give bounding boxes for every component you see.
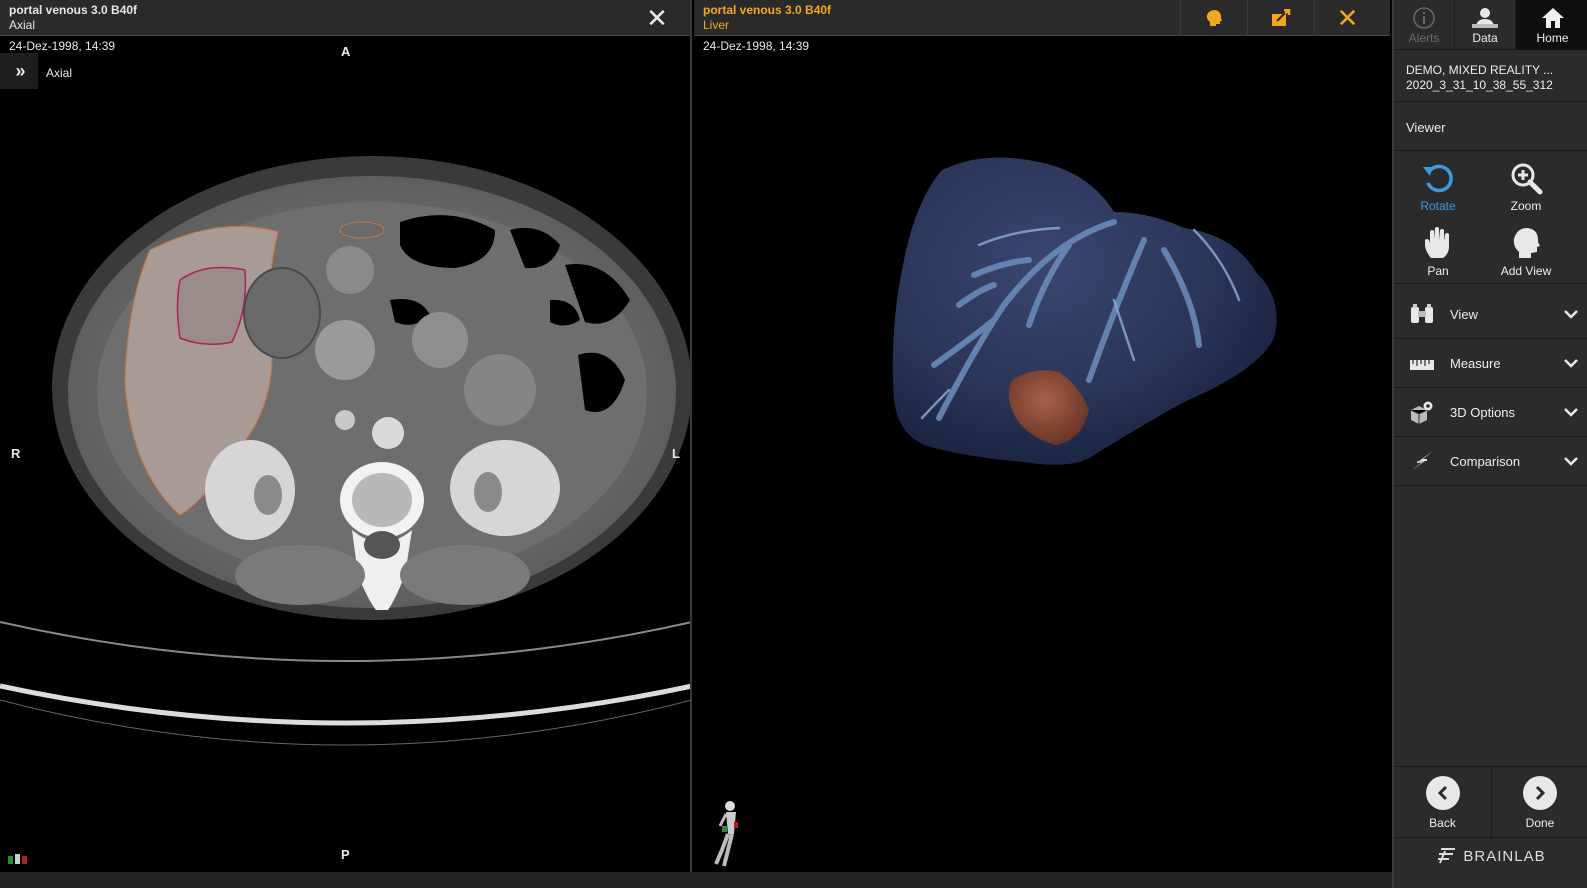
home-icon [1541, 8, 1564, 28]
double-chevron-right-icon: » [15, 60, 25, 81]
comparison-accordion-label: Comparison [1450, 453, 1521, 469]
chevron-down-icon [1564, 310, 1578, 319]
axial-series-title: portal venous 3.0 B40f [9, 3, 138, 17]
home-button[interactable]: Home [1516, 0, 1587, 50]
zoom-label: Zoom [1510, 199, 1542, 213]
close-icon: ✕ [1336, 3, 1359, 33]
done-button[interactable]: Done [1491, 767, 1587, 839]
brainlab-logo-icon [1438, 848, 1456, 864]
back-button[interactable]: Back [1394, 767, 1491, 839]
pan-label: Pan [1427, 264, 1449, 278]
3d-object-label: Liver [703, 18, 730, 32]
axial-viewport[interactable]: portal venous 3.0 B40f Axial ✕ 24-Dez-19… [0, 0, 692, 888]
control-panel: Alerts Data Home DEMO, MIXED REALITY ... [1392, 0, 1587, 888]
rotate-icon [1423, 164, 1453, 193]
zoom-icon [1511, 163, 1543, 195]
external-link-icon [1271, 9, 1290, 26]
head-profile-icon [1513, 228, 1540, 258]
chevron-down-icon [1564, 408, 1578, 417]
3d-options-accordion[interactable]: 3D Options [1394, 388, 1587, 437]
3d-viewport[interactable]: portal venous 3.0 B40f Liver ✕ 24-Dez-19… [694, 0, 1390, 888]
rotate-label: Rotate [1420, 199, 1456, 213]
head-icon [1206, 10, 1222, 26]
head-view-button[interactable] [1180, 0, 1246, 36]
alerts-label: Alerts [1408, 31, 1440, 45]
axial-datetime: 24-Dez-1998, 14:39 [9, 39, 116, 53]
info-icon [1413, 7, 1435, 29]
view-accordion[interactable]: View [1394, 290, 1587, 339]
axial-ct-image [0, 156, 690, 746]
alerts-button[interactable]: Alerts [1394, 0, 1455, 50]
add-view-tool-button[interactable]: Add View [1482, 222, 1570, 286]
rotate-tool-button[interactable]: Rotate [1394, 157, 1482, 221]
axial-viewport-header: portal venous 3.0 B40f Axial ✕ [0, 0, 690, 36]
home-label: Home [1536, 31, 1569, 45]
liver-3d-render [892, 157, 1277, 465]
orientation-marker-icon [8, 854, 27, 864]
3d-viewport-header: portal venous 3.0 B40f Liver ✕ [694, 0, 1390, 36]
viewer-section-title: Viewer [1406, 120, 1446, 135]
patient-id: 2020_3_31_10_38_55_312 [1406, 78, 1553, 92]
orientation-right: R [11, 446, 21, 461]
open-external-button[interactable] [1247, 0, 1313, 36]
orientation-posterior: P [341, 847, 350, 862]
orientation-left: L [672, 446, 680, 461]
compare-arrows-icon [1411, 451, 1433, 471]
back-label: Back [1429, 816, 1456, 830]
measure-accordion-label: Measure [1450, 355, 1501, 371]
pan-tool-button[interactable]: Pan [1394, 222, 1482, 286]
zoom-tool-button[interactable]: Zoom [1482, 157, 1570, 221]
data-label: Data [1472, 31, 1498, 45]
chevron-left-icon [1437, 785, 1447, 801]
ruler-icon [1410, 360, 1434, 370]
done-label: Done [1525, 816, 1555, 830]
3d-options-accordion-label: 3D Options [1450, 404, 1516, 420]
bottom-navigation: Back Done [1394, 766, 1587, 839]
chevron-right-icon [1535, 785, 1546, 801]
add-view-label: Add View [1500, 264, 1552, 278]
patient-orientation-figure-icon [714, 801, 738, 867]
chevron-down-icon [1564, 457, 1578, 466]
hand-icon [1425, 227, 1449, 258]
close-3d-viewport-button[interactable]: ✕ [1314, 0, 1380, 36]
brainlab-logo: BRAINLAB [1394, 840, 1587, 872]
patient-data-icon [1472, 8, 1498, 28]
cube-gear-icon [1410, 401, 1433, 424]
patient-name: DEMO, MIXED REALITY ... [1406, 63, 1554, 77]
3d-datetime: 24-Dez-1998, 14:39 [703, 39, 810, 53]
view-accordion-label: View [1450, 306, 1478, 322]
binoculars-icon [1411, 304, 1433, 323]
3d-series-title: portal venous 3.0 B40f [703, 3, 832, 17]
measure-accordion[interactable]: Measure [1394, 339, 1587, 388]
bottom-strip [0, 872, 1392, 888]
chevron-down-icon [1564, 359, 1578, 368]
axial-viewport-subtitle: Axial [9, 18, 36, 32]
expand-view-menu-button[interactable]: » [0, 53, 38, 89]
data-button[interactable]: Data [1455, 0, 1516, 50]
comparison-accordion[interactable]: Comparison [1394, 437, 1587, 486]
view-type-label: Axial [46, 66, 73, 80]
patient-info[interactable]: DEMO, MIXED REALITY ... 2020_3_31_10_38_… [1394, 54, 1587, 102]
brand-name: BRAINLAB [1463, 847, 1546, 865]
close-axial-viewport-button[interactable]: ✕ [624, 0, 690, 36]
close-icon: ✕ [646, 3, 668, 33]
top-navigation: Alerts Data Home [1394, 0, 1587, 50]
viewer-tools: Rotate Zoom Pan Add View [1394, 150, 1587, 284]
orientation-anterior: A [341, 44, 351, 59]
